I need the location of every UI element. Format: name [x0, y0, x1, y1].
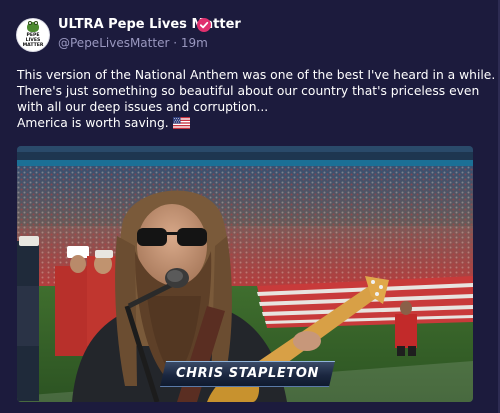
post-text-line-final: America is worth saving. — [17, 116, 169, 130]
frog-logo-icon — [27, 21, 39, 32]
separator: · — [173, 36, 178, 50]
post-text-line: There's just something so beautiful abou… — [17, 84, 480, 98]
avatar[interactable]: PEPE LIVES MATTER — [17, 19, 49, 51]
verified-badge-icon — [197, 18, 211, 32]
post-text: This version of the National Anthem was … — [17, 67, 496, 133]
post-card: PEPE LIVES MATTER ULTRA Pepe Lives Matte… — [0, 0, 500, 413]
post-text-line: with all our deep issues and corruption.… — [17, 100, 269, 114]
timestamp[interactable]: 19m — [181, 36, 208, 50]
chyron-name-text: CHRIS STAPLETON — [176, 366, 319, 381]
display-name[interactable]: ULTRA Pepe Lives Matter — [58, 16, 241, 34]
handle-line: @PepeLivesMatter · 19m — [58, 35, 208, 51]
avatar-text-line3: MATTER — [22, 43, 44, 48]
user-handle[interactable]: @PepeLivesMatter — [58, 36, 169, 50]
post-text-line: America is worth saving. — [17, 115, 487, 133]
post-text-line: This version of the National Anthem was … — [17, 68, 496, 82]
us-flag-icon — [172, 117, 190, 133]
name-chyron: CHRIS STAPLETON — [160, 361, 335, 387]
